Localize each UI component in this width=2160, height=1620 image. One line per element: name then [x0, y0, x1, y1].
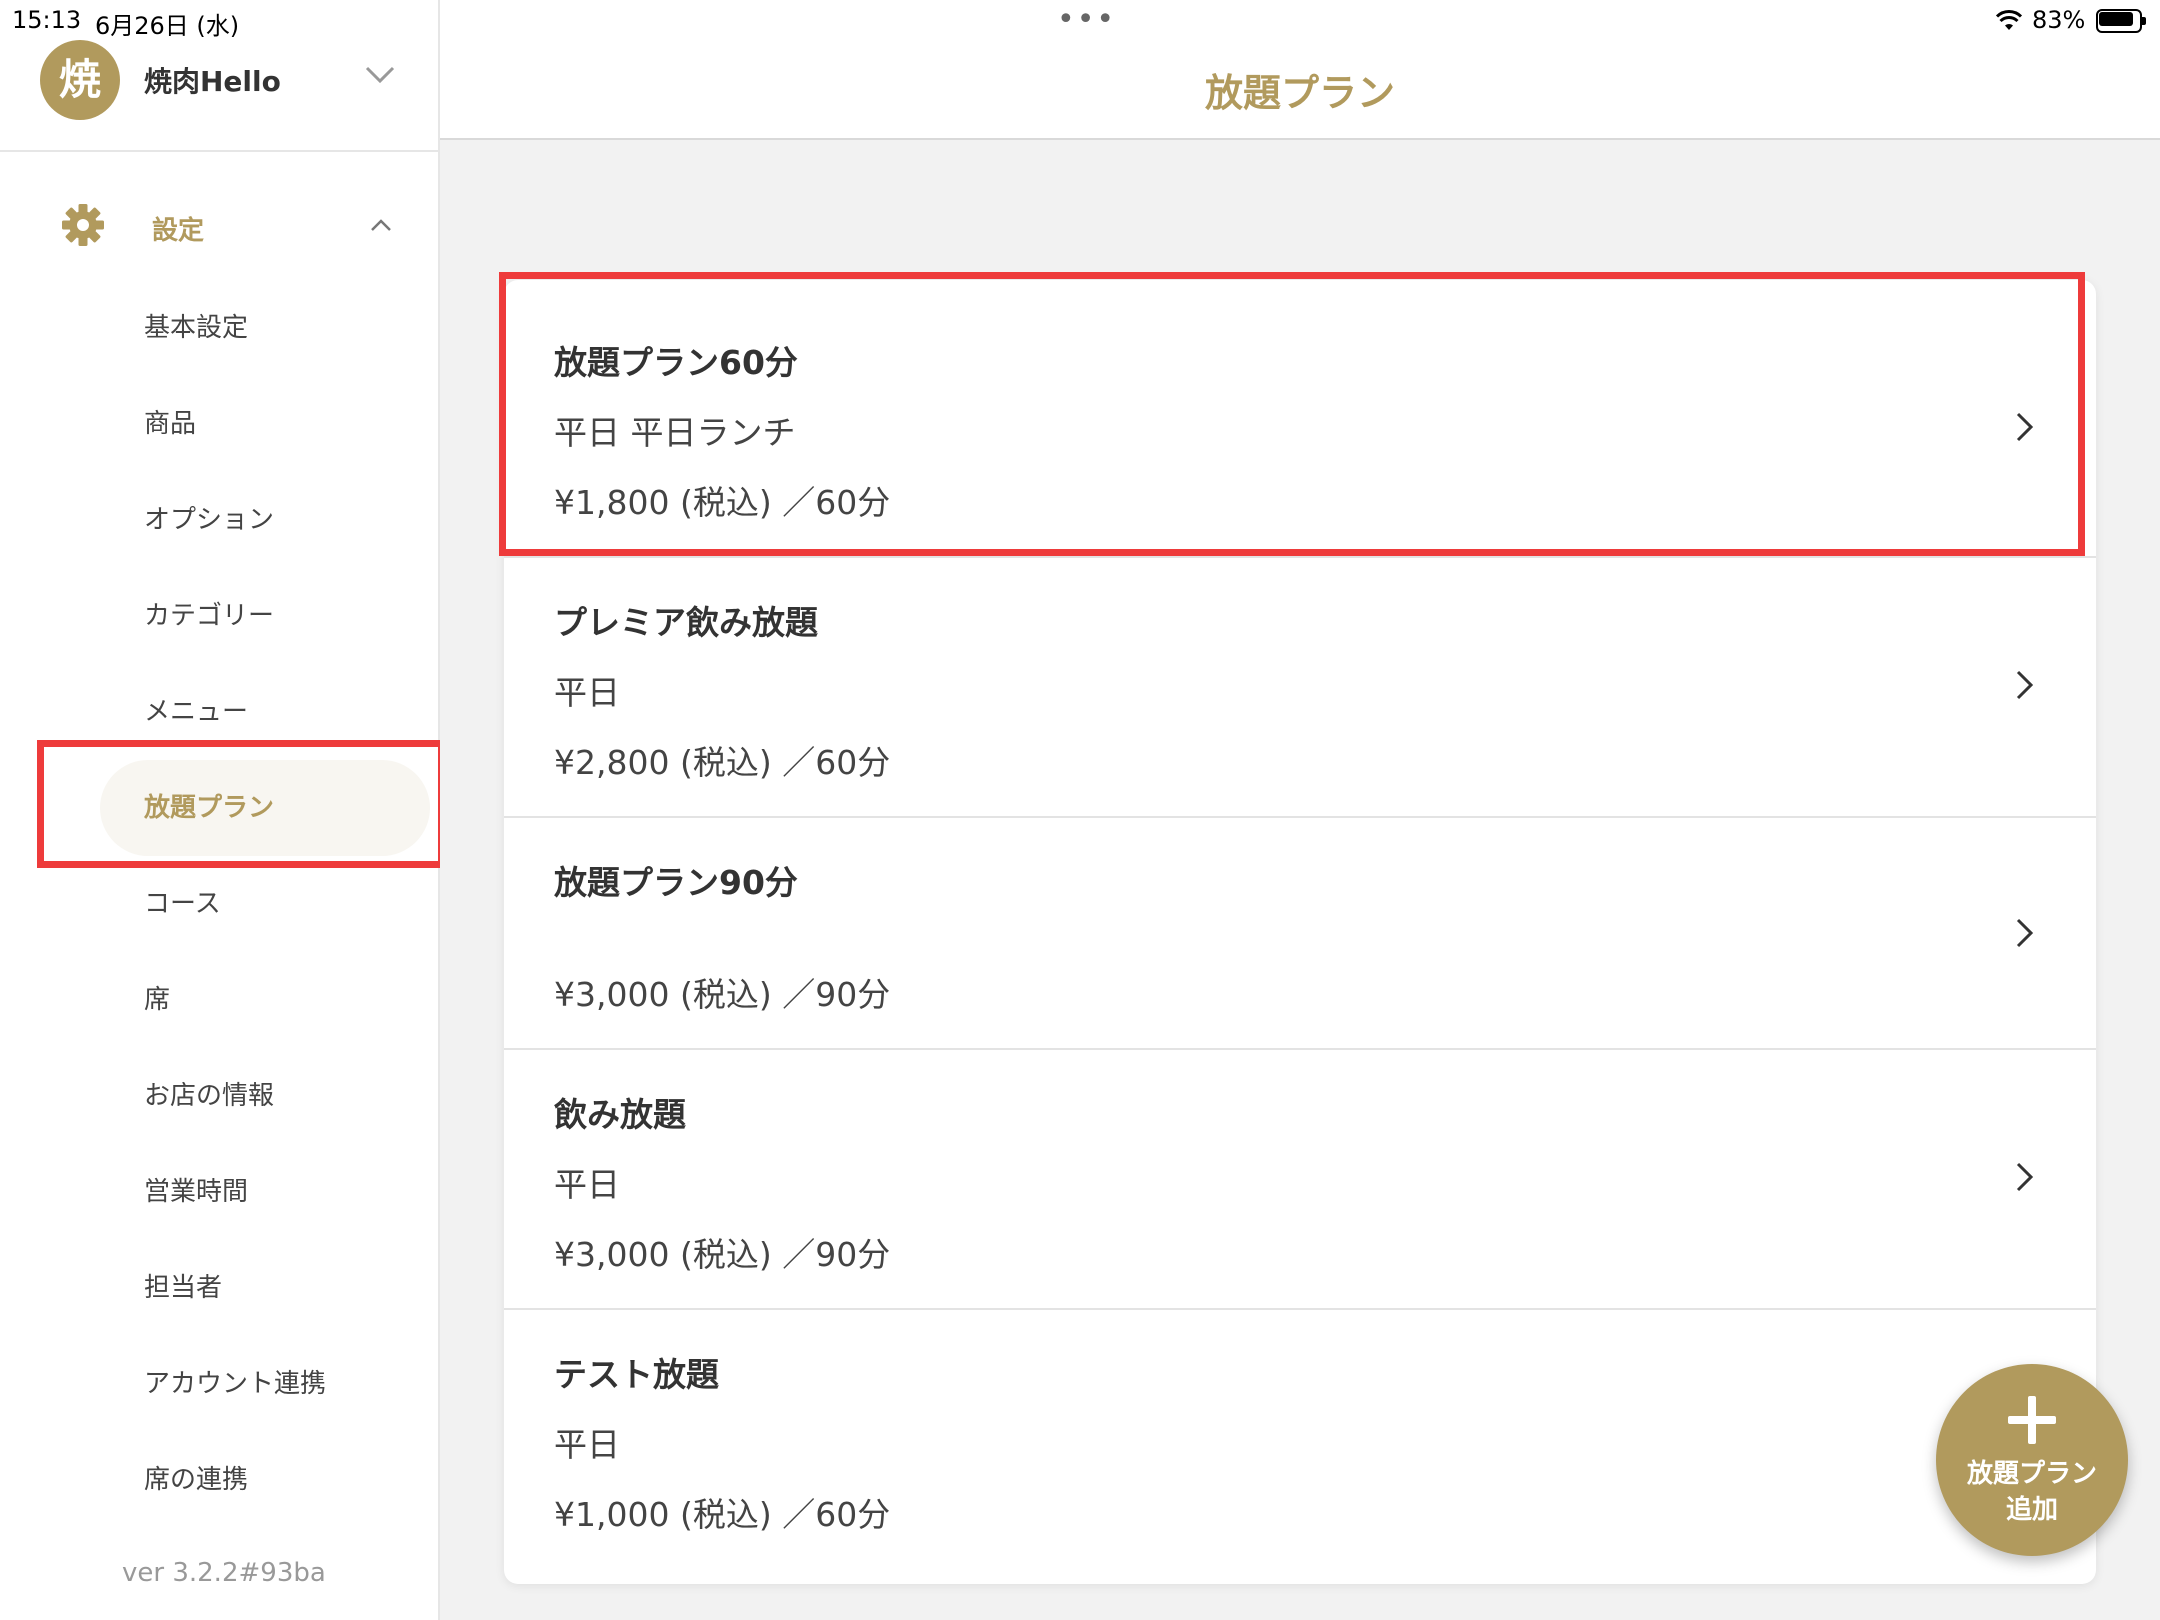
- plan-days: 平日: [554, 1425, 620, 1464]
- sidebar-item-seats[interactable]: 席: [100, 952, 430, 1048]
- multitask-dots-icon[interactable]: •••: [1057, 2, 1116, 37]
- sidebar-item-menu[interactable]: メニュー: [100, 664, 430, 760]
- plan-name: 放題プラン60分: [554, 343, 798, 382]
- plus-icon: [2008, 1396, 2056, 1444]
- plan-name: プレミア飲み放題: [554, 603, 818, 642]
- plan-row[interactable]: 放題プラン90分 ¥3,000 (税込) ／90分: [504, 818, 2096, 1050]
- plan-days: 平日: [554, 1165, 620, 1204]
- chevron-right-icon: [2016, 670, 2034, 700]
- plan-price: ¥3,000 (税込) ／90分: [554, 1235, 891, 1274]
- plan-row[interactable]: プレミア飲み放題 平日 ¥2,800 (税込) ／60分: [504, 558, 2096, 818]
- add-plan-button[interactable]: 放題プラン 追加: [1936, 1364, 2128, 1556]
- gear-icon: [62, 204, 104, 246]
- sidebar-item-business-hours[interactable]: 営業時間: [100, 1144, 430, 1240]
- sidebar-item-basic-settings[interactable]: 基本設定: [100, 280, 430, 376]
- plan-days: 平日: [554, 673, 620, 712]
- status-date: 6月26日 (水): [95, 12, 240, 40]
- version-label: ver 3.2.2#93ba: [122, 1558, 326, 1588]
- plan-price: ¥2,800 (税込) ／60分: [554, 743, 891, 782]
- chevron-right-icon: [2016, 918, 2034, 948]
- chevron-right-icon: [2016, 1162, 2034, 1192]
- sidebar-item-shop-info[interactable]: お店の情報: [100, 1048, 430, 1144]
- page-title: 放題プラン: [1204, 71, 1395, 115]
- sidebar-item-staff[interactable]: 担当者: [100, 1240, 430, 1336]
- battery-icon: [2096, 9, 2146, 33]
- chevron-up-icon[interactable]: [368, 216, 394, 234]
- wifi-icon: [1996, 10, 2022, 30]
- plan-row[interactable]: テスト放題 平日 ¥1,000 (税込) ／60分: [504, 1310, 2096, 1584]
- sidebar-item-unlimited-plans[interactable]: 放題プラン: [100, 760, 430, 856]
- plan-name: 飲み放題: [554, 1095, 686, 1134]
- sidebar-item-products[interactable]: 商品: [100, 376, 430, 472]
- plan-price: ¥1,800 (税込) ／60分: [554, 483, 891, 522]
- settings-section-header[interactable]: 設定: [0, 190, 438, 260]
- sidebar-item-account-link[interactable]: アカウント連携: [100, 1336, 430, 1432]
- plan-list: 放題プラン60分 平日 平日ランチ ¥1,800 (税込) ／60分 プレミア飲…: [504, 280, 2096, 1584]
- main-content: 放題プラン 放題プラン60分 平日 平日ランチ ¥1,800 (税込) ／60分…: [440, 0, 2160, 1620]
- add-plan-label-line1: 放題プラン: [1966, 1459, 2097, 1489]
- add-plan-label: 放題プラン 追加: [1936, 1456, 2128, 1528]
- sidebar-item-courses[interactable]: コース: [100, 856, 430, 952]
- sidebar-item-categories[interactable]: カテゴリー: [100, 568, 430, 664]
- chevron-right-icon: [2016, 412, 2034, 442]
- plan-price: ¥3,000 (税込) ／90分: [554, 975, 891, 1014]
- avatar: 焼: [40, 40, 120, 120]
- plan-row[interactable]: 放題プラン60分 平日 平日ランチ ¥1,800 (税込) ／60分: [504, 280, 2096, 558]
- sidebar-item-seat-link[interactable]: 席の連携: [100, 1432, 430, 1528]
- sidebar: 焼 焼肉Hello 設定 基本設定 商品 オプション カテゴリー メニュー 放題…: [0, 0, 440, 1620]
- app-root: 15:13 6月26日 (水) ••• 83% 焼 焼肉Hello 設定 基本設…: [0, 0, 2160, 1620]
- plan-price: ¥1,000 (税込) ／60分: [554, 1495, 891, 1534]
- status-time: 15:13: [12, 6, 82, 34]
- plan-name: 放題プラン90分: [554, 863, 798, 902]
- plan-name: テスト放題: [554, 1355, 719, 1394]
- shop-name: 焼肉Hello: [144, 65, 281, 98]
- settings-label: 設定: [152, 216, 205, 246]
- plan-days: 平日 平日ランチ: [554, 413, 796, 452]
- sidebar-item-options[interactable]: オプション: [100, 472, 430, 568]
- add-plan-label-line2: 追加: [2005, 1495, 2058, 1525]
- status-bar: 15:13 6月26日 (水) ••• 83%: [0, 0, 2160, 40]
- battery-percent: 83%: [2032, 6, 2086, 34]
- chevron-down-icon[interactable]: [364, 64, 396, 86]
- plan-row[interactable]: 飲み放題 平日 ¥3,000 (税込) ／90分: [504, 1050, 2096, 1310]
